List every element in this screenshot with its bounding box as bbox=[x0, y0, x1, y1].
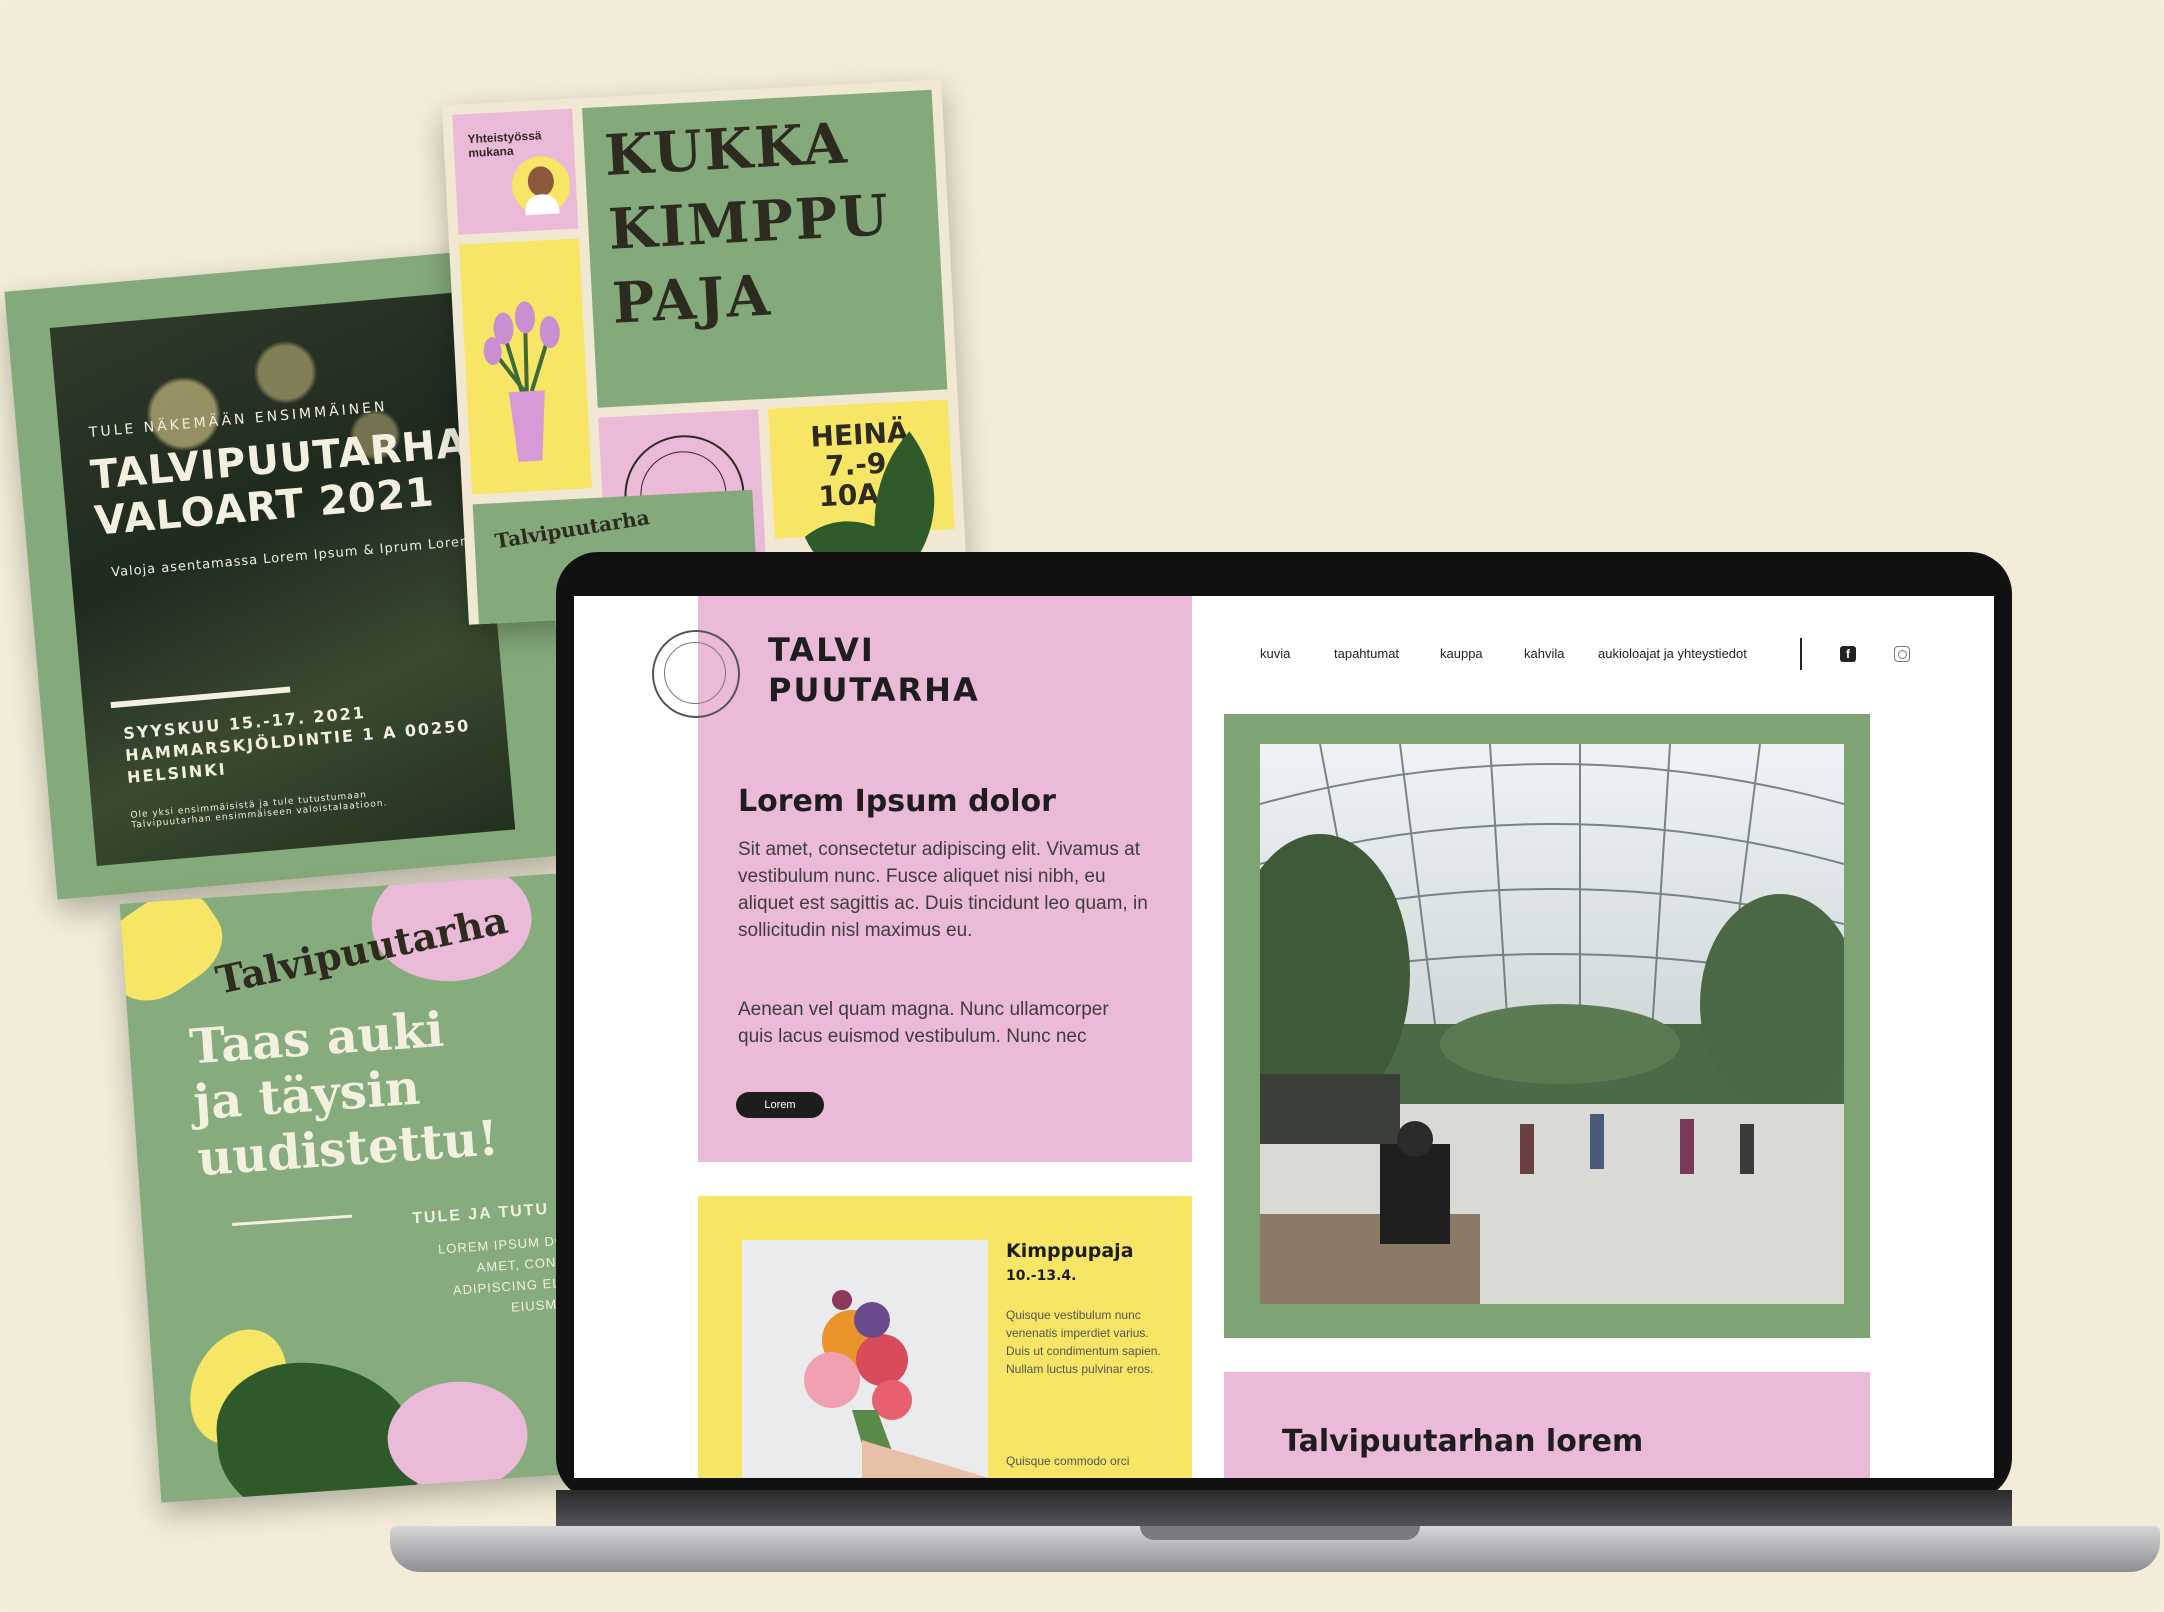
laptop-hinge bbox=[556, 1490, 2012, 1528]
nav-kauppa[interactable]: kauppa bbox=[1440, 646, 1483, 661]
logo-stamp-icon bbox=[652, 630, 740, 718]
greenhouse-illustration bbox=[1260, 744, 1844, 1304]
nav-kuvia[interactable]: kuvia bbox=[1260, 646, 1290, 661]
poster-taas-headline: Taas auki ja täysin uudistettu! bbox=[188, 999, 501, 1187]
nav-tapahtumat[interactable]: tapahtumat bbox=[1334, 646, 1399, 661]
poster-taas-auki: Talvipuutarha Taas auki ja täysin uudist… bbox=[119, 873, 601, 1503]
greenhouse-photo bbox=[1260, 744, 1844, 1304]
poster-kukka: Yhteistyössä mukana KUKKA KIMPPU PAJA HE… bbox=[441, 79, 969, 625]
poster-taas-divider bbox=[232, 1214, 353, 1226]
nav-aukioloajat[interactable]: aukioloajat ja yhteystiedot bbox=[1598, 646, 1747, 661]
hero-title: Lorem Ipsum dolor bbox=[738, 784, 1056, 819]
hero-button[interactable]: Lorem bbox=[736, 1092, 824, 1118]
site-logo[interactable]: TALVI PUUTARHA bbox=[768, 630, 980, 710]
laptop-screen: TALVI PUUTARHA kuvia tapahtumat kauppa k… bbox=[574, 596, 1994, 1478]
poster-taas-body: LOREM IPSUM DOL AMET, CONSE ADIPISCING E… bbox=[394, 1229, 581, 1346]
laptop-notch bbox=[1140, 1526, 1420, 1540]
poster-kukka-title: KUKKA KIMPPU PAJA bbox=[603, 104, 896, 340]
site-logo-line1: TALVI bbox=[768, 631, 875, 669]
event-paragraph-2: Quisque commodo orci bbox=[1006, 1454, 1130, 1468]
bouquet-illustration bbox=[804, 1290, 988, 1478]
hero-paragraph-1: Sit amet, consectetur adipiscing elit. V… bbox=[738, 839, 1148, 941]
event-paragraph-1: Quisque vestibulum nunc venenatis imperd… bbox=[1006, 1308, 1161, 1376]
nav-divider bbox=[1800, 638, 1802, 670]
poster-taas-cta: TULE JA TUTU bbox=[411, 1200, 550, 1228]
bouquet-photo bbox=[742, 1240, 988, 1478]
site-logo-line2: PUUTARHA bbox=[768, 671, 980, 709]
event-date: 10.-13.4. bbox=[1006, 1268, 1077, 1284]
poster-kukka-title-line2: KIMPPU bbox=[606, 182, 892, 263]
hero-paragraph-2: Aenean vel quam magna. Nunc ullamcorper … bbox=[738, 999, 1109, 1047]
section-title: Talvipuutarhan lorem bbox=[1282, 1424, 1644, 1459]
nav-kahvila[interactable]: kahvila bbox=[1524, 646, 1564, 661]
instagram-icon[interactable] bbox=[1894, 646, 1910, 662]
event-title: Kimppupaja bbox=[1006, 1240, 1134, 1262]
poster-kukka-coop: Yhteistyössä mukana bbox=[467, 128, 542, 160]
flower-bouquet-icon bbox=[483, 301, 560, 462]
poster-kukka-title-line3: PAJA bbox=[610, 262, 774, 337]
page-background: TULE NÄKEMÄÄN ENSIMMÄINEN TALVIPUUTARHA … bbox=[0, 0, 2164, 1612]
facebook-icon[interactable]: f bbox=[1840, 646, 1856, 662]
poster-kukka-flower-box bbox=[459, 238, 592, 495]
poster-taas-brand: Talvipuutarha bbox=[211, 896, 512, 1003]
